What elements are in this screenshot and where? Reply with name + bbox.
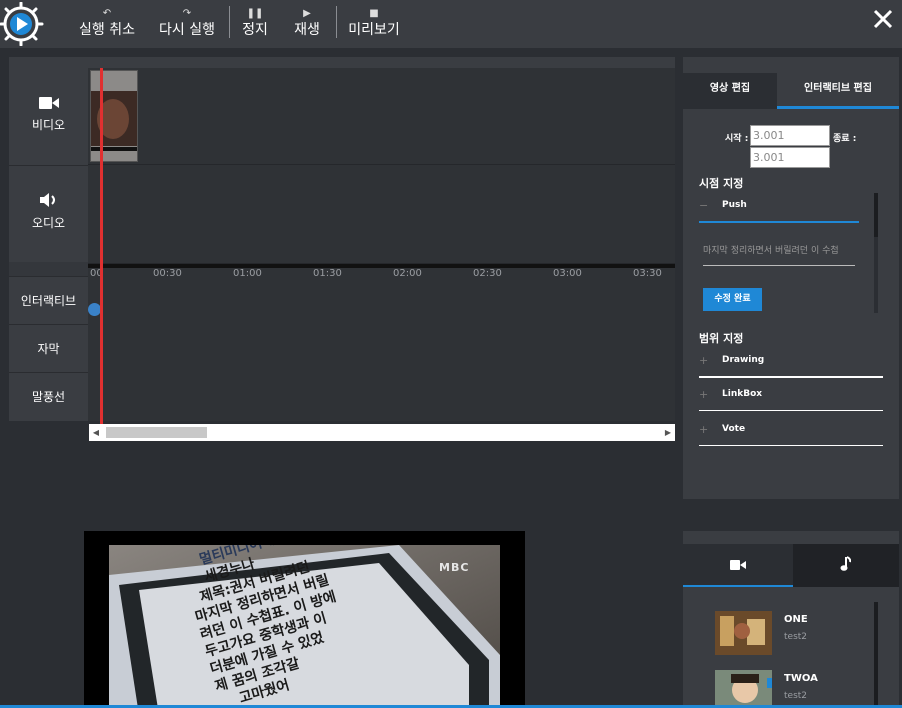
media-library-panel: ONE test2 TWOA test2 (683, 531, 899, 708)
track-area: 00 00:30 01:00 01:30 02:00 02:30 03:00 0… (88, 68, 675, 421)
edit-tabs: 영상 편집 인터랙티브 편집 (683, 73, 899, 109)
divider (699, 376, 883, 378)
edit-panel: 영상 편집 인터랙티브 편집 시작 : 종료 : 시점 지정 − Push 마지… (683, 57, 899, 499)
preview-button[interactable]: ■ 미리보기 (346, 8, 402, 42)
media-item[interactable]: TWOA test2 (715, 670, 875, 708)
video-camera-icon (730, 560, 746, 570)
interactive-track[interactable] (88, 282, 675, 421)
interactive-text-field[interactable]: 마지막 정리하면서 버릴려던 이 수첩 (703, 242, 855, 266)
tab-video-edit[interactable]: 영상 편집 (683, 73, 777, 109)
play-icon: ▶ (303, 8, 311, 19)
play-button[interactable]: ▶ 재생 (290, 8, 324, 42)
range-option-drawing[interactable]: + Drawing (699, 354, 883, 372)
top-toolbar: ↶ 실행 취소 ↷ 다시 실행 ❚❚ 정지 ▶ 재생 ■ 미리보기 (0, 0, 902, 48)
video-clip-thumbnail[interactable] (90, 70, 138, 162)
toolbar-divider (336, 6, 337, 38)
media-thumbnail (715, 611, 772, 655)
end-label: 종료 : (833, 134, 857, 144)
divider (699, 410, 883, 411)
redo-icon: ↷ (182, 8, 192, 19)
tab-video-library[interactable] (683, 544, 793, 587)
edit-panel-scrollbar[interactable] (874, 193, 878, 313)
media-list-scrollbar[interactable] (874, 602, 878, 708)
preview-frame: MBC 멀티미디어메 세경누나 제목:권서 버릴려던 마지막 정리하면서 버릴 … (109, 545, 500, 708)
track-label-interactive[interactable]: 인터랙티브 (9, 276, 88, 324)
viewpoint-option-push[interactable]: − Push (699, 199, 883, 217)
broadcaster-watermark: MBC (439, 561, 470, 574)
close-icon[interactable] (872, 8, 894, 30)
track-label-speech-bubble[interactable]: 말풍선 (9, 372, 88, 421)
undo-icon: ↶ (102, 8, 112, 19)
speaker-icon (39, 193, 55, 207)
timeline-panel: 비디오 오디오 인터랙티브 자막 말풍선 00 00:30 01:00 01:3… (9, 57, 675, 421)
scroll-right-arrow-icon[interactable]: ▶ (661, 424, 675, 441)
range-option-linkbox[interactable]: + LinkBox (699, 388, 883, 406)
redo-button[interactable]: ↷ 다시 실행 (158, 8, 216, 42)
pause-icon: ❚❚ (246, 8, 264, 19)
timeline-header-strip (9, 57, 675, 68)
video-camera-icon (38, 97, 59, 109)
range-title: 범위 지정 (699, 332, 744, 345)
end-time-input[interactable] (750, 147, 830, 168)
timeline-scrollbar[interactable]: ◀ ▶ (89, 424, 675, 441)
track-label-subtitle[interactable]: 자막 (9, 324, 88, 372)
scrollbar-thumb[interactable] (106, 427, 207, 438)
audio-track[interactable] (88, 165, 675, 264)
tab-audio-library[interactable] (793, 544, 899, 587)
viewpoint-title: 시점 지정 (699, 177, 744, 190)
track-label-video[interactable]: 비디오 (9, 68, 88, 165)
video-preview[interactable]: MBC 멀티미디어메 세경누나 제목:권서 버릴려던 마지막 정리하면서 버릴 … (84, 531, 525, 708)
scroll-left-arrow-icon[interactable]: ◀ (89, 424, 103, 441)
range-option-vote[interactable]: + Vote (699, 423, 883, 441)
music-note-icon (840, 556, 851, 571)
media-thumbnail (715, 670, 772, 708)
app-logo-icon[interactable] (0, 2, 44, 46)
toolbar-divider (229, 6, 230, 38)
stop-button[interactable]: ❚❚ 정지 (238, 8, 272, 42)
start-time-input[interactable] (750, 125, 830, 146)
time-ruler[interactable]: 00 00:30 01:00 01:30 02:00 02:30 03:00 0… (88, 264, 675, 282)
apply-edit-button[interactable]: 수정 완료 (703, 288, 762, 311)
playhead[interactable] (100, 68, 103, 424)
tab-interactive-edit[interactable]: 인터랙티브 편집 (777, 73, 899, 109)
push-underline (699, 221, 859, 223)
media-item[interactable]: ONE test2 (715, 611, 875, 657)
undo-button[interactable]: ↶ 실행 취소 (78, 8, 136, 42)
stop-square-icon: ■ (369, 8, 379, 19)
start-label: 시작 : (725, 134, 749, 144)
divider (699, 445, 883, 446)
video-track[interactable] (88, 68, 675, 165)
track-label-audio[interactable]: 오디오 (9, 165, 88, 262)
